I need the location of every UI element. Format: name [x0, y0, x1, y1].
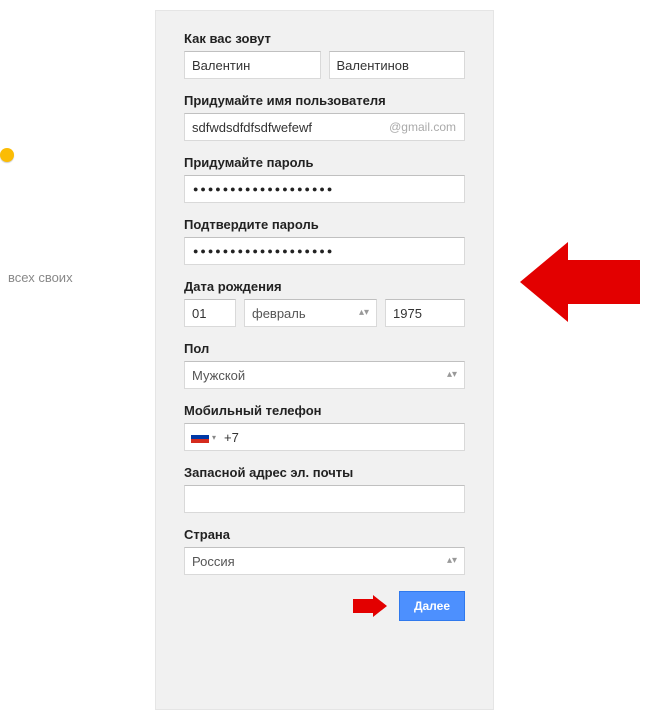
name-label: Как вас зовут	[184, 31, 465, 46]
phone-input[interactable]	[222, 429, 458, 446]
username-suffix: @gmail.com	[389, 120, 464, 134]
decorative-dot	[0, 148, 14, 162]
aside-text: всех своих	[8, 270, 73, 285]
phone-label: Мобильный телефон	[184, 403, 465, 418]
country-select[interactable]: Россия ▴▾	[184, 547, 465, 575]
recovery-email-field-block: Запасной адрес эл. почты	[184, 465, 465, 513]
country-value: Россия	[192, 554, 235, 569]
username-field-block: Придумайте имя пользователя @gmail.com	[184, 93, 465, 141]
chevron-down-icon: ▾	[212, 433, 216, 442]
confirm-password-label: Подтвердите пароль	[184, 217, 465, 232]
button-row: Далее	[184, 591, 465, 621]
username-input[interactable]	[185, 114, 389, 140]
phone-country-select[interactable]: ▾	[191, 431, 222, 443]
annotation-arrow-small-icon	[353, 595, 387, 617]
birthday-year-input[interactable]	[385, 299, 465, 327]
chevron-updown-icon: ▴▾	[359, 308, 369, 318]
next-button[interactable]: Далее	[399, 591, 465, 621]
first-name-input[interactable]	[184, 51, 321, 79]
confirm-password-field-block: Подтвердите пароль ●●●●●●●●●●●●●●●●●●●	[184, 217, 465, 265]
gender-field-block: Пол Мужской ▴▾	[184, 341, 465, 389]
country-label: Страна	[184, 527, 465, 542]
password-input[interactable]: ●●●●●●●●●●●●●●●●●●●	[184, 175, 465, 203]
birthday-day-input[interactable]	[184, 299, 236, 327]
gender-label: Пол	[184, 341, 465, 356]
name-field-block: Как вас зовут	[184, 31, 465, 79]
gender-value: Мужской	[192, 368, 245, 383]
username-wrap: @gmail.com	[184, 113, 465, 141]
birthday-month-value: февраль	[252, 306, 306, 321]
confirm-password-input[interactable]: ●●●●●●●●●●●●●●●●●●●	[184, 237, 465, 265]
last-name-input[interactable]	[329, 51, 466, 79]
phone-field-block: Мобильный телефон ▾	[184, 403, 465, 451]
flag-ru-icon	[191, 431, 209, 443]
annotation-arrow-large-icon	[520, 242, 640, 325]
password-label: Придумайте пароль	[184, 155, 465, 170]
username-label: Придумайте имя пользователя	[184, 93, 465, 108]
chevron-updown-icon: ▴▾	[447, 370, 457, 380]
chevron-updown-icon: ▴▾	[447, 556, 457, 566]
recovery-email-input[interactable]	[184, 485, 465, 513]
recovery-email-label: Запасной адрес эл. почты	[184, 465, 465, 480]
password-field-block: Придумайте пароль ●●●●●●●●●●●●●●●●●●●	[184, 155, 465, 203]
country-field-block: Страна Россия ▴▾	[184, 527, 465, 575]
gender-select[interactable]: Мужской ▴▾	[184, 361, 465, 389]
birthday-field-block: Дата рождения февраль ▴▾	[184, 279, 465, 327]
birthday-month-select[interactable]: февраль ▴▾	[244, 299, 377, 327]
signup-form-panel: Как вас зовут Придумайте имя пользовател…	[155, 10, 494, 710]
birthday-label: Дата рождения	[184, 279, 465, 294]
